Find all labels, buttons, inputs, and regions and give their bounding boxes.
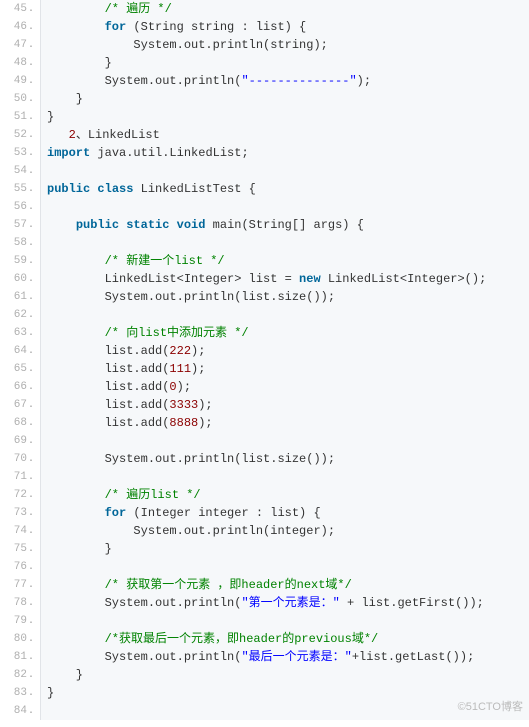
line-number: 52. (0, 126, 40, 144)
line-number: 79. (0, 612, 40, 630)
comment: /* 遍历list */ (105, 488, 201, 502)
code-content: /* 遍历 */ for (String string : list) { Sy… (47, 0, 529, 702)
line-number: 70. (0, 450, 40, 468)
line-number: 55. (0, 180, 40, 198)
line-number: 67. (0, 396, 40, 414)
line-number: 68. (0, 414, 40, 432)
comment: /*获取最后一个元素，即header的previous域*/ (105, 632, 379, 646)
line-number: 62. (0, 306, 40, 324)
comment: /* 获取第一个元素 ，即header的next域*/ (105, 578, 352, 592)
line-number: 48. (0, 54, 40, 72)
line-number: 72. (0, 486, 40, 504)
comment: /* 向list中添加元素 */ (105, 326, 249, 340)
keyword-new: new (299, 272, 321, 286)
line-number: 75. (0, 540, 40, 558)
line-number: 77. (0, 576, 40, 594)
line-number: 71. (0, 468, 40, 486)
line-number: 65. (0, 360, 40, 378)
number: 3333 (169, 398, 198, 412)
line-number: 56. (0, 198, 40, 216)
line-number: 51. (0, 108, 40, 126)
keyword-void: void (177, 218, 206, 232)
line-number-gutter: 45.46.47.48.49.50.51.52.53.54.55.56.57.5… (0, 0, 41, 720)
keyword-static: static (126, 218, 169, 232)
line-number: 82. (0, 666, 40, 684)
line-number: 78. (0, 594, 40, 612)
line-number: 49. (0, 72, 40, 90)
line-number: 60. (0, 270, 40, 288)
line-number: 57. (0, 216, 40, 234)
number: 2 (69, 128, 76, 142)
keyword-class: class (97, 182, 133, 196)
line-number: 54. (0, 162, 40, 180)
line-number: 53. (0, 144, 40, 162)
line-number: 84. (0, 702, 40, 720)
code-area: /* 遍历 */ for (String string : list) { Sy… (41, 0, 529, 720)
line-number: 59. (0, 252, 40, 270)
line-number: 69. (0, 432, 40, 450)
line-number: 46. (0, 18, 40, 36)
line-number: 47. (0, 36, 40, 54)
line-number: 50. (0, 90, 40, 108)
string-literal: "--------------" (241, 74, 356, 88)
watermark: ©51CTO博客 (458, 698, 523, 716)
line-number: 58. (0, 234, 40, 252)
line-number: 76. (0, 558, 40, 576)
string-literal: "第一个元素是：" (241, 596, 339, 610)
keyword-for: for (105, 20, 127, 34)
line-number: 73. (0, 504, 40, 522)
keyword-public: public (76, 218, 119, 232)
line-number: 64. (0, 342, 40, 360)
line-number: 61. (0, 288, 40, 306)
number: 8888 (169, 416, 198, 430)
line-number: 74. (0, 522, 40, 540)
number: 222 (169, 344, 191, 358)
line-number: 66. (0, 378, 40, 396)
keyword-import: import (47, 146, 90, 160)
keyword-for: for (105, 506, 127, 520)
number: 111 (169, 362, 191, 376)
number: 0 (169, 380, 176, 394)
line-number: 80. (0, 630, 40, 648)
comment: /* 新建一个list */ (105, 254, 225, 268)
comment: /* 遍历 */ (105, 2, 172, 16)
keyword-public: public (47, 182, 90, 196)
code-block: 45.46.47.48.49.50.51.52.53.54.55.56.57.5… (0, 0, 529, 720)
string-literal: "最后一个元素是：" (241, 650, 351, 664)
line-number: 45. (0, 0, 40, 18)
line-number: 81. (0, 648, 40, 666)
line-number: 63. (0, 324, 40, 342)
line-number: 83. (0, 684, 40, 702)
